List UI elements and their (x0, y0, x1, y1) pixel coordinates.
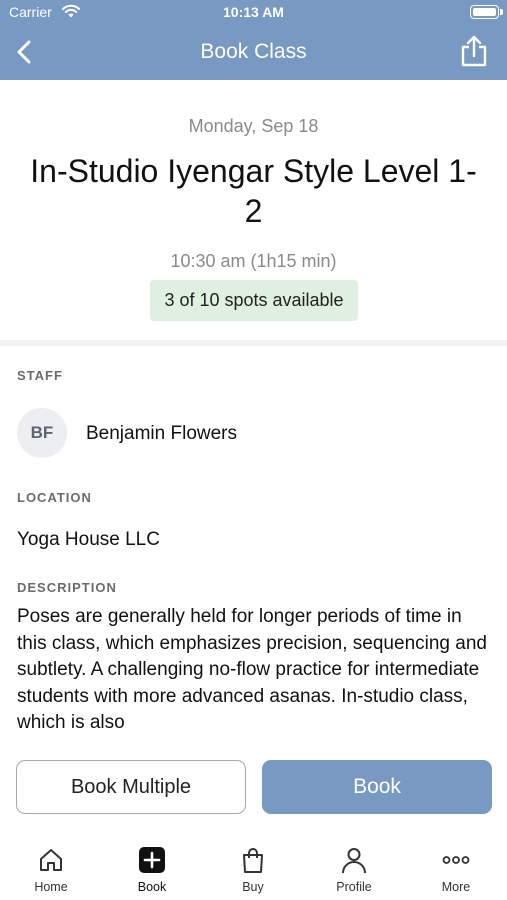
staff-label: STAFF (17, 368, 63, 383)
person-icon (342, 848, 366, 874)
description-scroll[interactable]: Poses are generally held for longer peri… (17, 604, 487, 732)
spots-available-badge: 3 of 10 spots available (150, 280, 358, 321)
class-title: In-Studio Iyengar Style Level 1-2 (30, 153, 477, 229)
tab-book[interactable]: Book (112, 846, 192, 898)
header-bar: Carrier 10:13 AM Book Class (0, 0, 507, 80)
tab-profile[interactable]: Profile (314, 846, 394, 898)
tab-book-label: Book (137, 880, 167, 894)
tab-profile-label: Profile (336, 880, 372, 894)
tab-bar: Home Book Buy Profile More (0, 838, 507, 900)
class-date: Monday, Sep 18 (188, 116, 319, 136)
description-text: Poses are generally held for longer peri… (17, 606, 487, 732)
class-summary: Monday, Sep 18 In-Studio Iyengar Style L… (0, 80, 507, 340)
tab-home-label: Home (34, 880, 68, 894)
shopping-bag-icon (243, 848, 263, 873)
description-label: DESCRIPTION (17, 580, 117, 595)
tab-buy[interactable]: Buy (213, 846, 293, 898)
staff-avatar[interactable]: BF (17, 408, 67, 458)
location-label: LOCATION (17, 490, 92, 505)
location-name: Yoga House LLC (17, 529, 160, 550)
more-dots-icon (442, 856, 470, 864)
tab-more-label: More (441, 880, 471, 894)
home-icon (40, 849, 62, 871)
tab-more[interactable]: More (416, 846, 496, 898)
book-multiple-button[interactable]: Book Multiple (16, 760, 246, 814)
section-divider (0, 340, 507, 346)
status-bar: Carrier 10:13 AM (0, 0, 507, 26)
book-button[interactable]: Book (262, 760, 492, 814)
share-icon[interactable] (459, 34, 489, 68)
status-time: 10:13 AM (223, 4, 284, 20)
tab-home[interactable]: Home (11, 846, 91, 898)
plus-square-icon (139, 847, 165, 873)
battery-icon (470, 5, 503, 19)
page-title: Book Class (200, 40, 307, 63)
class-time: 10:30 am (1h15 min) (170, 251, 337, 271)
staff-name[interactable]: Benjamin Flowers (86, 423, 237, 445)
tab-buy-label: Buy (242, 880, 264, 894)
